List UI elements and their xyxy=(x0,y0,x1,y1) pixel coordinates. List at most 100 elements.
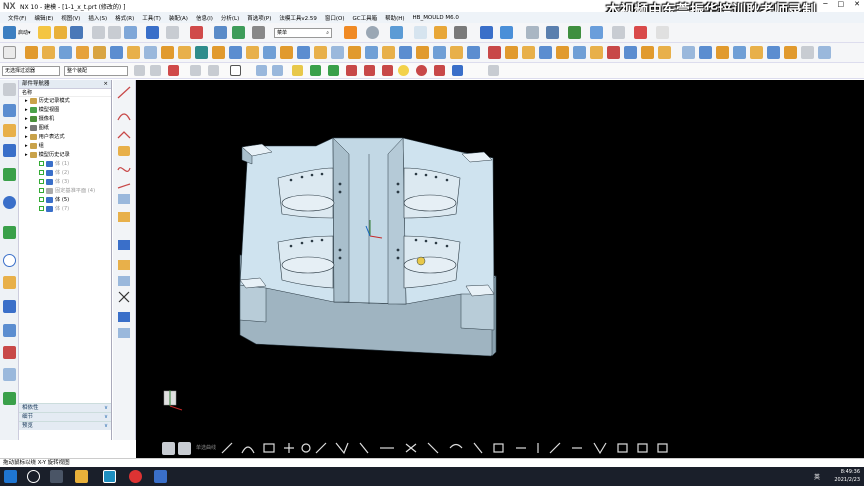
tree-node[interactable]: 体 (2) xyxy=(19,169,111,178)
mirror-icon[interactable] xyxy=(331,46,344,59)
visibility-checkbox[interactable] xyxy=(39,170,44,175)
menu-mold-tools[interactable]: 法模工具v2.59 xyxy=(275,14,321,22)
menu-format[interactable]: 格式(R) xyxy=(111,14,138,22)
roles-icon[interactable] xyxy=(3,300,16,313)
file-explorer-icon[interactable] xyxy=(75,470,88,483)
solid-body-icon[interactable] xyxy=(256,65,267,76)
visibility-checkbox[interactable] xyxy=(39,188,44,193)
curve-rule-icon[interactable] xyxy=(190,65,201,76)
command-search-input[interactable]: 菜单 ⌕ xyxy=(274,28,332,38)
tree-node[interactable]: ▸ 用户表达式 xyxy=(19,133,111,142)
lifter-icon[interactable] xyxy=(573,46,586,59)
expand-toggle-icon[interactable]: ▸ xyxy=(25,125,28,131)
menu-edit[interactable]: 编辑(E) xyxy=(30,14,57,22)
constraint-navigator-icon[interactable] xyxy=(3,124,16,137)
endpoint-icon[interactable] xyxy=(310,65,321,76)
block-icon[interactable] xyxy=(59,46,72,59)
tree-node[interactable]: ▸ 模型历史记录 xyxy=(19,151,111,160)
delete-icon[interactable] xyxy=(190,26,203,39)
unite-icon[interactable] xyxy=(144,46,157,59)
option-icon[interactable] xyxy=(801,46,814,59)
hole-icon[interactable] xyxy=(93,46,106,59)
sheet-body-icon[interactable] xyxy=(272,65,283,76)
menu-assembly[interactable]: 装配(A) xyxy=(165,14,192,22)
sheet-icon[interactable] xyxy=(526,26,539,39)
pocket-tool-icon[interactable] xyxy=(716,46,729,59)
select-all-icon[interactable] xyxy=(150,65,161,76)
menu-hb-mould[interactable]: HB_MOULD M6.0 xyxy=(409,15,463,21)
start-icon[interactable] xyxy=(3,26,16,39)
measure-icon[interactable] xyxy=(232,26,245,39)
resource-settings-icon[interactable] xyxy=(3,83,16,96)
recorder-icon[interactable] xyxy=(129,470,142,483)
tree-node[interactable]: 体 (5) xyxy=(19,196,111,205)
visibility-checkbox[interactable] xyxy=(39,206,44,211)
visibility-checkbox[interactable] xyxy=(39,179,44,184)
ruler-icon[interactable] xyxy=(656,26,669,39)
panel-details[interactable]: 细节 ∨ xyxy=(19,412,111,421)
grid-icon[interactable] xyxy=(252,26,265,39)
standard-part-icon[interactable] xyxy=(682,46,695,59)
tree-node[interactable]: 体 (3) xyxy=(19,178,111,187)
wrench-icon[interactable] xyxy=(344,26,357,39)
boss-icon[interactable] xyxy=(110,46,123,59)
drawing-icon[interactable] xyxy=(658,46,671,59)
menu-file[interactable]: 文件(F) xyxy=(4,14,30,22)
filter-icon[interactable] xyxy=(134,65,145,76)
feature-icon[interactable] xyxy=(590,26,603,39)
tree-node[interactable]: 固定基准平面 (4) xyxy=(19,187,111,196)
expand-toggle-icon[interactable]: ▸ xyxy=(25,116,28,122)
edit-feature-icon[interactable] xyxy=(214,26,227,39)
process-studio-icon[interactable] xyxy=(3,276,16,289)
copy-icon[interactable] xyxy=(108,26,121,39)
bom-icon[interactable] xyxy=(641,46,654,59)
replace-face-icon[interactable] xyxy=(297,46,310,59)
web-browser-icon[interactable] xyxy=(3,196,16,209)
view-sphere-icon[interactable] xyxy=(366,26,379,39)
menu-window[interactable]: 窗口(O) xyxy=(321,14,349,22)
chamfer-icon[interactable] xyxy=(229,46,242,59)
menu-gc-toolbox[interactable]: GC工具箱 xyxy=(348,14,381,22)
redo-icon[interactable] xyxy=(166,26,179,39)
tree-node[interactable]: ▸ 摄像机 xyxy=(19,115,111,124)
more-icon[interactable] xyxy=(818,46,831,59)
rotate-icon[interactable] xyxy=(500,26,513,39)
menu-help[interactable]: 帮助(H) xyxy=(381,14,408,22)
nx-app-icon[interactable] xyxy=(103,470,116,483)
thicken-icon[interactable] xyxy=(467,46,480,59)
cooling-icon[interactable] xyxy=(607,46,620,59)
search-icon[interactable] xyxy=(27,470,40,483)
menu-insert[interactable]: 插入(S) xyxy=(84,14,111,22)
paste-icon[interactable] xyxy=(124,26,137,39)
maximize-icon[interactable]: □ xyxy=(838,0,845,8)
panel-preview[interactable]: 预览 ∨ xyxy=(19,421,111,430)
filter-icon[interactable] xyxy=(162,442,175,455)
grid-icon[interactable] xyxy=(178,442,191,455)
snap-icon[interactable] xyxy=(568,26,581,39)
save-icon[interactable] xyxy=(70,26,83,39)
point-on-face-icon[interactable] xyxy=(452,65,463,76)
display-icon[interactable] xyxy=(454,26,467,39)
mold-part-model[interactable] xyxy=(136,80,864,438)
parting-icon[interactable] xyxy=(505,46,518,59)
snap-point-icon[interactable] xyxy=(168,65,179,76)
cavity-icon[interactable] xyxy=(539,46,552,59)
analysis-icon[interactable] xyxy=(767,46,780,59)
rectangle-select-icon[interactable] xyxy=(230,65,241,76)
new-sheet-icon[interactable] xyxy=(3,46,16,59)
system-clock[interactable]: 8:49:36 2021/2/23 xyxy=(834,468,860,484)
move-face-icon[interactable] xyxy=(416,46,429,59)
close-icon[interactable]: ✕ xyxy=(854,0,860,8)
extract-icon[interactable] xyxy=(450,46,463,59)
tree-node[interactable]: 体 (1) xyxy=(19,160,111,169)
flag-icon[interactable] xyxy=(634,26,647,39)
task-view-icon[interactable] xyxy=(50,470,63,483)
intersection-icon[interactable] xyxy=(364,65,375,76)
expand-toggle-icon[interactable]: ▸ xyxy=(25,143,28,149)
menu-preferences[interactable]: 首选项(P) xyxy=(243,14,275,22)
midpoint-icon[interactable] xyxy=(328,65,339,76)
navigator-column-header[interactable]: 名称 xyxy=(19,89,111,97)
blank-icon[interactable] xyxy=(546,26,559,39)
app-icon[interactable] xyxy=(154,470,167,483)
curve-rule-label[interactable]: 单选曲线 xyxy=(196,444,216,451)
